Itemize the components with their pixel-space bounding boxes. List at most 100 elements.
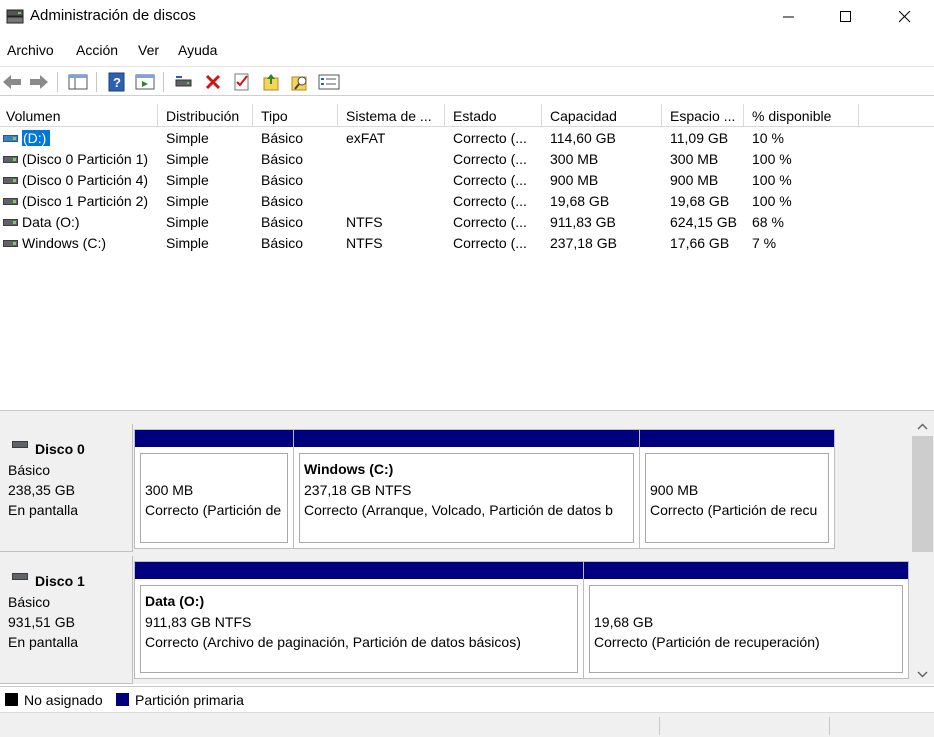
cell-volume: (Disco 0 Partición 1)	[22, 151, 149, 167]
partition-disk1-2[interactable]: 19,68 GB Correcto (Partición de recupera…	[583, 561, 909, 679]
column-header-capacidad[interactable]: Capacidad	[542, 104, 662, 127]
properties-check-icon	[234, 73, 249, 91]
partition-bar	[135, 430, 293, 447]
connect-drive-icon	[175, 76, 192, 87]
window-title: Administración de discos	[30, 7, 196, 24]
cell-fs: NTFS	[346, 235, 383, 251]
menu-archivo[interactable]: Archivo	[7, 42, 54, 58]
table-row[interactable]: Windows (C:) Simple Básico NTFS Correcto (..…	[0, 233, 934, 254]
cell-status: Correcto (...	[453, 193, 527, 209]
maximize-button[interactable]	[819, 0, 873, 34]
delete-button[interactable]	[202, 71, 224, 93]
toolbar-separator	[57, 72, 58, 92]
partition-status: Correcto (Partición de recu	[650, 502, 818, 518]
explore-button[interactable]	[289, 71, 311, 93]
cell-status: Correcto (...	[453, 172, 527, 188]
legend-label-primary: Partición primaria	[135, 692, 244, 708]
cell-volume: (D:)	[22, 130, 51, 146]
cell-layout: Simple	[166, 193, 209, 209]
settings-list-button[interactable]	[318, 71, 340, 93]
disk-1-info[interactable]: Disco 1 Básico 931,51 GB En pantalla	[0, 556, 133, 684]
console-tree-button[interactable]	[67, 71, 89, 93]
pane-splitter[interactable]	[0, 410, 934, 418]
cell-capacity: 300 MB	[550, 151, 599, 167]
scrollbar-thumb[interactable]	[912, 436, 933, 552]
disk-icon	[12, 573, 28, 580]
partition-disk0-4[interactable]: 900 MB Correcto (Partición de recu	[639, 429, 835, 549]
cell-pct: 68 %	[752, 214, 784, 230]
close-icon	[899, 11, 911, 23]
graph-scrollbar[interactable]	[911, 418, 934, 684]
help-button[interactable]: ?	[106, 71, 128, 93]
cell-pct: 7 %	[752, 235, 777, 251]
menu-ayuda[interactable]: Ayuda	[178, 42, 217, 58]
column-header-disponible[interactable]: % disponible	[744, 104, 859, 127]
menu-accion[interactable]: Acción	[76, 42, 118, 58]
cell-volume: Data (O:)	[22, 214, 80, 230]
disk-0-info[interactable]: Disco 0 Básico 238,35 GB En pantalla	[0, 424, 133, 552]
chevron-up-icon[interactable]	[917, 423, 928, 431]
disk-size: 238,35 GB	[8, 482, 75, 498]
partition-bar	[584, 562, 908, 579]
table-row[interactable]: Data (O:) Simple Básico NTFS Correcto (... 91…	[0, 212, 934, 233]
cell-fs: exFAT	[346, 130, 386, 146]
drive-icon	[3, 240, 18, 247]
title-bar: Administración de discos	[0, 0, 934, 34]
column-header-distribucion[interactable]: Distribución	[158, 104, 253, 127]
partition-size: 237,18 GB NTFS	[304, 482, 412, 498]
help-icon: ?	[108, 72, 125, 92]
partition-status: Correcto (Partición de recuperación)	[594, 634, 820, 650]
cell-pct: 100 %	[752, 151, 792, 167]
cell-layout: Simple	[166, 214, 209, 230]
back-button[interactable]	[1, 71, 23, 93]
partition-bar	[135, 562, 583, 579]
partition-size: 911,83 GB NTFS	[145, 614, 252, 630]
menu-ver[interactable]: Ver	[138, 42, 159, 58]
action-pane-icon	[135, 74, 155, 90]
cell-status: Correcto (...	[453, 151, 527, 167]
open-button[interactable]	[260, 71, 282, 93]
column-header-espacio[interactable]: Espacio ...	[662, 104, 744, 127]
partition-bar	[294, 430, 639, 447]
delete-icon	[205, 74, 221, 90]
partition-disk1-data[interactable]: Data (O:) 911,83 GB NTFS Correcto (Archi…	[134, 561, 584, 679]
cell-layout: Simple	[166, 172, 209, 188]
table-row[interactable]: (Disco 0 Partición 1) Simple Básico Correct…	[0, 149, 934, 170]
console-tree-icon	[68, 74, 88, 90]
minimize-button[interactable]	[762, 0, 816, 34]
selected-volume-label[interactable]: (D:)	[22, 130, 51, 146]
properties-button[interactable]	[231, 71, 253, 93]
status-separator	[829, 717, 830, 735]
forward-arrow-icon	[30, 75, 48, 89]
forward-button[interactable]	[28, 71, 50, 93]
partition-status: Correcto (Partición de	[145, 502, 282, 518]
cell-capacity: 900 MB	[550, 172, 599, 188]
cell-free: 11,09 GB	[670, 130, 729, 146]
drive-icon	[3, 135, 18, 142]
table-row[interactable]: (Disco 0 Partición 4) Simple Básico Correct…	[0, 170, 934, 191]
cell-status: Correcto (...	[453, 214, 527, 230]
column-header-volumen[interactable]: Volumen	[0, 104, 158, 127]
column-header-estado[interactable]: Estado	[445, 104, 542, 127]
drive-icon	[3, 198, 18, 205]
table-row[interactable]: (D:) Simple Básico exFAT Correcto (... 114,60…	[0, 128, 934, 149]
partition-disk0-1[interactable]: 300 MB Correcto (Partición de	[134, 429, 294, 549]
maximize-icon	[840, 11, 851, 22]
cell-type: Básico	[261, 214, 304, 230]
partition-body: 19,68 GB Correcto (Partición de recupera…	[589, 585, 903, 673]
cell-type: Básico	[261, 172, 304, 188]
cell-pct: 100 %	[752, 193, 792, 209]
partition-disk0-windows[interactable]: Windows (C:) 237,18 GB NTFS Correcto (Ar…	[293, 429, 640, 549]
status-bar	[0, 712, 934, 737]
chevron-down-icon[interactable]	[917, 670, 928, 678]
column-header-sistema[interactable]: Sistema de ...	[338, 104, 445, 127]
connect-drive-button[interactable]	[173, 71, 195, 93]
action-pane-button[interactable]	[134, 71, 156, 93]
partition-body: Data (O:) 911,83 GB NTFS Correcto (Archi…	[140, 585, 578, 673]
cell-volume: (Disco 1 Partición 2)	[22, 193, 149, 209]
disk-name: Disco 0	[35, 441, 85, 457]
close-button[interactable]	[878, 0, 932, 34]
column-header-tipo[interactable]: Tipo	[253, 104, 338, 127]
cell-capacity: 19,68 GB	[550, 193, 610, 209]
table-row[interactable]: (Disco 1 Partición 2) Simple Básico Correct…	[0, 191, 934, 212]
